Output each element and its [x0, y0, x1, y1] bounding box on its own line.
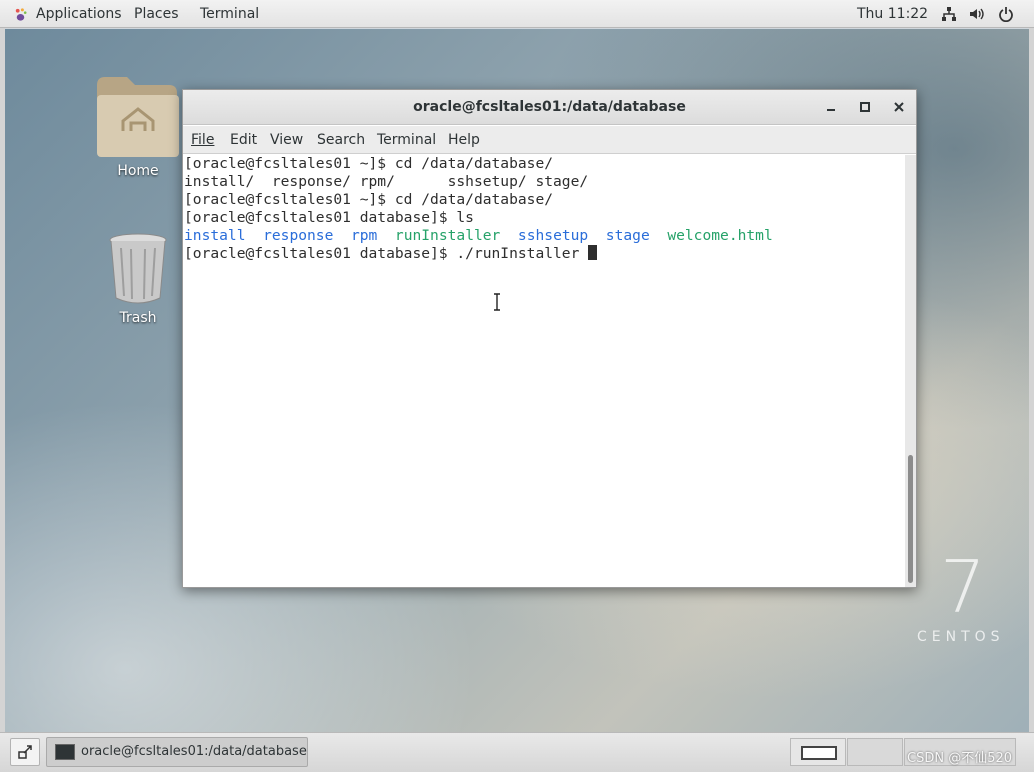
menu-search[interactable]: Search: [317, 126, 365, 154]
terminal-line: [oracle@fcsltales01 ~]$ cd /data/databas…: [184, 155, 554, 172]
terminal-prompt-line: [oracle@fcsltales01 database]$ ./runInst…: [184, 245, 905, 263]
window-title: oracle@fcsltales01:/data/database: [413, 99, 686, 115]
text-cursor: [588, 245, 598, 260]
close-button[interactable]: [890, 98, 908, 116]
menu-view[interactable]: View: [270, 126, 303, 154]
centos-logo-text: CENTOS: [917, 629, 1005, 645]
menu-view-label: View: [270, 132, 304, 148]
window-titlebar[interactable]: oracle@fcsltales01:/data/database: [183, 90, 916, 125]
ls-entry-stage: stage: [605, 227, 650, 244]
maximize-button[interactable]: [856, 98, 874, 116]
menu-edit-label: Edit: [230, 132, 258, 148]
terminal-output[interactable]: [oracle@fcsltales01 ~]$ cd /data/databas…: [183, 155, 905, 587]
scrollbar-thumb[interactable]: [908, 455, 913, 583]
home-label: Home: [117, 163, 159, 179]
menu-file[interactable]: File: [191, 126, 214, 154]
terminal-scrollbar[interactable]: [905, 155, 916, 587]
menu-help[interactable]: Help: [448, 126, 480, 154]
ls-entry-sshsetup: sshsetup: [517, 227, 589, 244]
watermark: CSDN @不仙520: [907, 751, 1013, 766]
trash-desktop-item[interactable]: Trash: [93, 232, 183, 326]
places-menu[interactable]: Places: [134, 0, 179, 28]
taskbar-terminal-item[interactable]: oracle@fcsltales01:/data/database: [46, 737, 308, 767]
menu-edit[interactable]: Edit: [230, 126, 257, 154]
home-desktop-item[interactable]: Home: [93, 75, 183, 179]
minimize-button[interactable]: [822, 98, 840, 116]
ls-entry-rpm: rpm: [350, 227, 378, 244]
clock[interactable]: Thu 11:22: [857, 0, 928, 28]
window-menubar: File Edit View Search Terminal Help: [183, 126, 916, 154]
volume-icon[interactable]: [968, 6, 984, 22]
terminal-line: [oracle@fcsltales01 database]$ ls: [184, 209, 474, 226]
terminal-window[interactable]: oracle@fcsltales01:/data/database File E…: [182, 89, 917, 588]
show-desktop-icon: [18, 745, 32, 759]
home-folder-icon: [97, 77, 179, 157]
gnome-foot-icon: [15, 8, 27, 21]
applications-menu[interactable]: Applications: [36, 0, 122, 28]
ls-output-line: install response rpm runInstaller sshset…: [184, 227, 905, 245]
terminal-icon: [55, 744, 75, 760]
workspace-window-preview: [801, 746, 837, 760]
workspace-1[interactable]: [790, 738, 846, 766]
power-icon[interactable]: [998, 6, 1014, 22]
network-icon[interactable]: [941, 6, 957, 22]
ls-entry-response: response: [263, 227, 334, 244]
trash-label: Trash: [119, 310, 157, 326]
centos-logo-number: 7: [940, 545, 986, 629]
prompt-text: [oracle@fcsltales01 database]$ ./runInst…: [184, 245, 589, 262]
ls-entry-runinstaller: runInstaller: [394, 227, 501, 244]
menu-terminal-label: Terminal: [377, 132, 437, 148]
menu-search-label: Search: [317, 132, 366, 148]
ls-entry-install: install: [184, 227, 246, 244]
menu-help-label: Help: [448, 132, 480, 148]
trash-icon: [109, 233, 167, 304]
terminal-line: [oracle@fcsltales01 ~]$ cd /data/databas…: [184, 191, 554, 208]
terminal-app-menu[interactable]: Terminal: [200, 0, 259, 28]
terminal-line: install/ response/ rpm/ sshsetup/ stage/: [184, 173, 589, 190]
ls-entry-welcome: welcome.html: [667, 227, 773, 244]
workspace-2[interactable]: [847, 738, 903, 766]
taskbar-item-label: oracle@fcsltales01:/data/database: [81, 744, 307, 759]
menu-file-label: File: [191, 132, 215, 148]
bottom-panel: oracle@fcsltales01:/data/database CSDN @…: [0, 732, 1034, 772]
top-panel: Applications Places Terminal Thu 11:22: [0, 0, 1034, 28]
menu-terminal[interactable]: Terminal: [377, 126, 436, 154]
ibeam-cursor-icon: [494, 293, 500, 311]
show-desktop-button[interactable]: [10, 738, 40, 766]
